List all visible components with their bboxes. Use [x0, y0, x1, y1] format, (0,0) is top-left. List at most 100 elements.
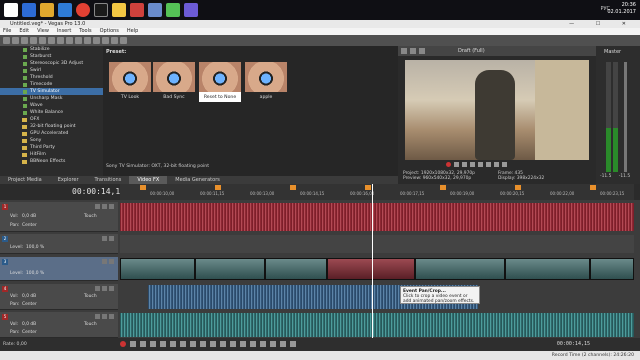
pause-icon[interactable]: [478, 162, 483, 167]
render-icon[interactable]: [30, 37, 37, 44]
track-pan-value[interactable]: Center: [22, 330, 37, 335]
go-to-start-icon[interactable]: [180, 341, 186, 347]
open-icon[interactable]: [12, 37, 19, 44]
fx-list-item[interactable]: Third Party: [0, 144, 103, 151]
windows-start-icon[interactable]: [4, 3, 18, 17]
solo-icon[interactable]: [102, 286, 107, 291]
edit-tool-icon[interactable]: [93, 37, 100, 44]
marker-insert-icon[interactable]: [270, 341, 276, 347]
video-event[interactable]: [505, 258, 590, 280]
chat-icon[interactable]: [166, 3, 180, 17]
tab-transitions[interactable]: Transitions: [87, 176, 130, 184]
timeline-marker[interactable]: [215, 185, 221, 190]
fx-list-item[interactable]: Starburst: [0, 53, 103, 60]
envelope-edit-icon[interactable]: [230, 341, 236, 347]
video-event[interactable]: [120, 258, 195, 280]
preview-quality-select[interactable]: Draft (Full): [458, 48, 485, 54]
record-icon[interactable]: [446, 162, 451, 167]
timeline-marker[interactable]: [440, 185, 446, 190]
video-event[interactable]: [265, 258, 327, 280]
stop-icon[interactable]: [486, 162, 491, 167]
fx-list-item[interactable]: Timecode: [0, 81, 103, 88]
video-event[interactable]: [415, 258, 505, 280]
stop-icon[interactable]: [170, 341, 176, 347]
audio-event-track-5[interactable]: [120, 313, 634, 337]
tab-media-generators[interactable]: Media Generators: [167, 176, 228, 184]
fx-list-item[interactable]: Wave: [0, 102, 103, 109]
track-automation-mode[interactable]: Touch: [84, 294, 97, 299]
fx-list-item[interactable]: OFX: [0, 116, 103, 123]
video-event[interactable]: [195, 258, 265, 280]
track-automation-mode[interactable]: Touch: [84, 322, 97, 327]
track-header-audio-1[interactable]: 1 Vol: 0,0 dB Touch Pan: Center: [0, 202, 118, 232]
timeline-marker[interactable]: [140, 185, 146, 190]
fx-list-item[interactable]: TV Simulator: [0, 88, 103, 95]
snapping-icon[interactable]: [290, 341, 296, 347]
fx-list-item[interactable]: Sony: [0, 137, 103, 144]
normal-edit-tool-icon[interactable]: [220, 341, 226, 347]
file-explorer-icon[interactable]: [40, 3, 54, 17]
new-project-icon[interactable]: [3, 37, 10, 44]
next-frame-icon[interactable]: [210, 341, 216, 347]
arm-record-icon[interactable]: [109, 286, 114, 291]
region-insert-icon[interactable]: [280, 341, 286, 347]
save-icon[interactable]: [21, 37, 28, 44]
timeline-marker[interactable]: [365, 185, 371, 190]
loop-playback-icon[interactable]: [130, 341, 136, 347]
prev-frame-icon[interactable]: [494, 162, 499, 167]
menu-view[interactable]: View: [37, 28, 49, 35]
loop-icon[interactable]: [454, 162, 459, 167]
chrome-icon[interactable]: [76, 3, 90, 17]
zoom-tool-icon[interactable]: [120, 37, 127, 44]
arm-record-icon[interactable]: [109, 204, 114, 209]
track-level-value[interactable]: 100,0 %: [26, 271, 44, 276]
audio-event-track-1[interactable]: [120, 203, 634, 231]
mute-icon[interactable]: [95, 204, 100, 209]
solo-icon[interactable]: [109, 236, 114, 241]
track-vol-value[interactable]: 0,0 dB: [22, 294, 36, 299]
track-vol-value[interactable]: 0,0 dB: [22, 214, 36, 219]
copy-icon[interactable]: [57, 37, 64, 44]
fx-list-item[interactable]: White Balance: [0, 109, 103, 116]
fx-list-item[interactable]: HitFilm: [0, 151, 103, 158]
playhead-cursor[interactable]: [372, 184, 373, 338]
play-from-start-icon[interactable]: [140, 341, 146, 347]
timeline-marker[interactable]: [590, 185, 596, 190]
preset-thumb-apple[interactable]: apple: [245, 62, 287, 102]
timeline-marker[interactable]: [290, 185, 296, 190]
app-icon[interactable]: [94, 3, 108, 17]
pause-icon[interactable]: [160, 341, 166, 347]
solo-icon[interactable]: [109, 259, 114, 264]
cut-icon[interactable]: [48, 37, 55, 44]
play-icon[interactable]: [150, 341, 156, 347]
next-frame-icon[interactable]: [502, 162, 507, 167]
selection-tool-icon[interactable]: [111, 37, 118, 44]
undo-icon[interactable]: [75, 37, 82, 44]
empty-video-track-2[interactable]: [120, 235, 634, 253]
fx-list-item[interactable]: BBNeon Effects: [0, 158, 103, 165]
recorder-icon[interactable]: [130, 3, 144, 17]
menu-insert[interactable]: Insert: [57, 28, 71, 35]
window-controls[interactable]: — ☐ ✕: [569, 20, 636, 28]
fx-list-item[interactable]: GPU Accelerated: [0, 130, 103, 137]
video-fx-list[interactable]: Stabilize Starburst Stereoscopic 3D Adjust…: [0, 46, 103, 176]
playback-rate[interactable]: Rate: 0,00: [3, 342, 27, 347]
timeline-marker[interactable]: [515, 185, 521, 190]
menu-options[interactable]: Options: [100, 28, 119, 35]
fx-list-item[interactable]: Stabilize: [0, 46, 103, 53]
mute-icon[interactable]: [95, 286, 100, 291]
track-header-audio-5[interactable]: 5 Vol: 0,0 dB Touch Pan: Center: [0, 312, 118, 338]
record-icon[interactable]: [120, 341, 126, 347]
video-event[interactable]: [590, 258, 634, 280]
selection-edit-icon[interactable]: [240, 341, 246, 347]
track-header-video-3[interactable]: 3 Level: 100,0 %: [0, 257, 118, 281]
properties-icon[interactable]: [39, 37, 46, 44]
store-icon[interactable]: [58, 3, 72, 17]
track-header-video-2[interactable]: 2 Level: 100,0 %: [0, 234, 118, 254]
video-event-selected[interactable]: [327, 258, 415, 280]
prev-frame-icon[interactable]: [200, 341, 206, 347]
fx-list-item[interactable]: 32-bit floating point: [0, 123, 103, 130]
preset-thumb-tv-look[interactable]: TV Look: [109, 62, 151, 102]
track-vol-value[interactable]: 0,0 dB: [22, 322, 36, 327]
tab-video-fx[interactable]: Video FX: [129, 176, 168, 184]
